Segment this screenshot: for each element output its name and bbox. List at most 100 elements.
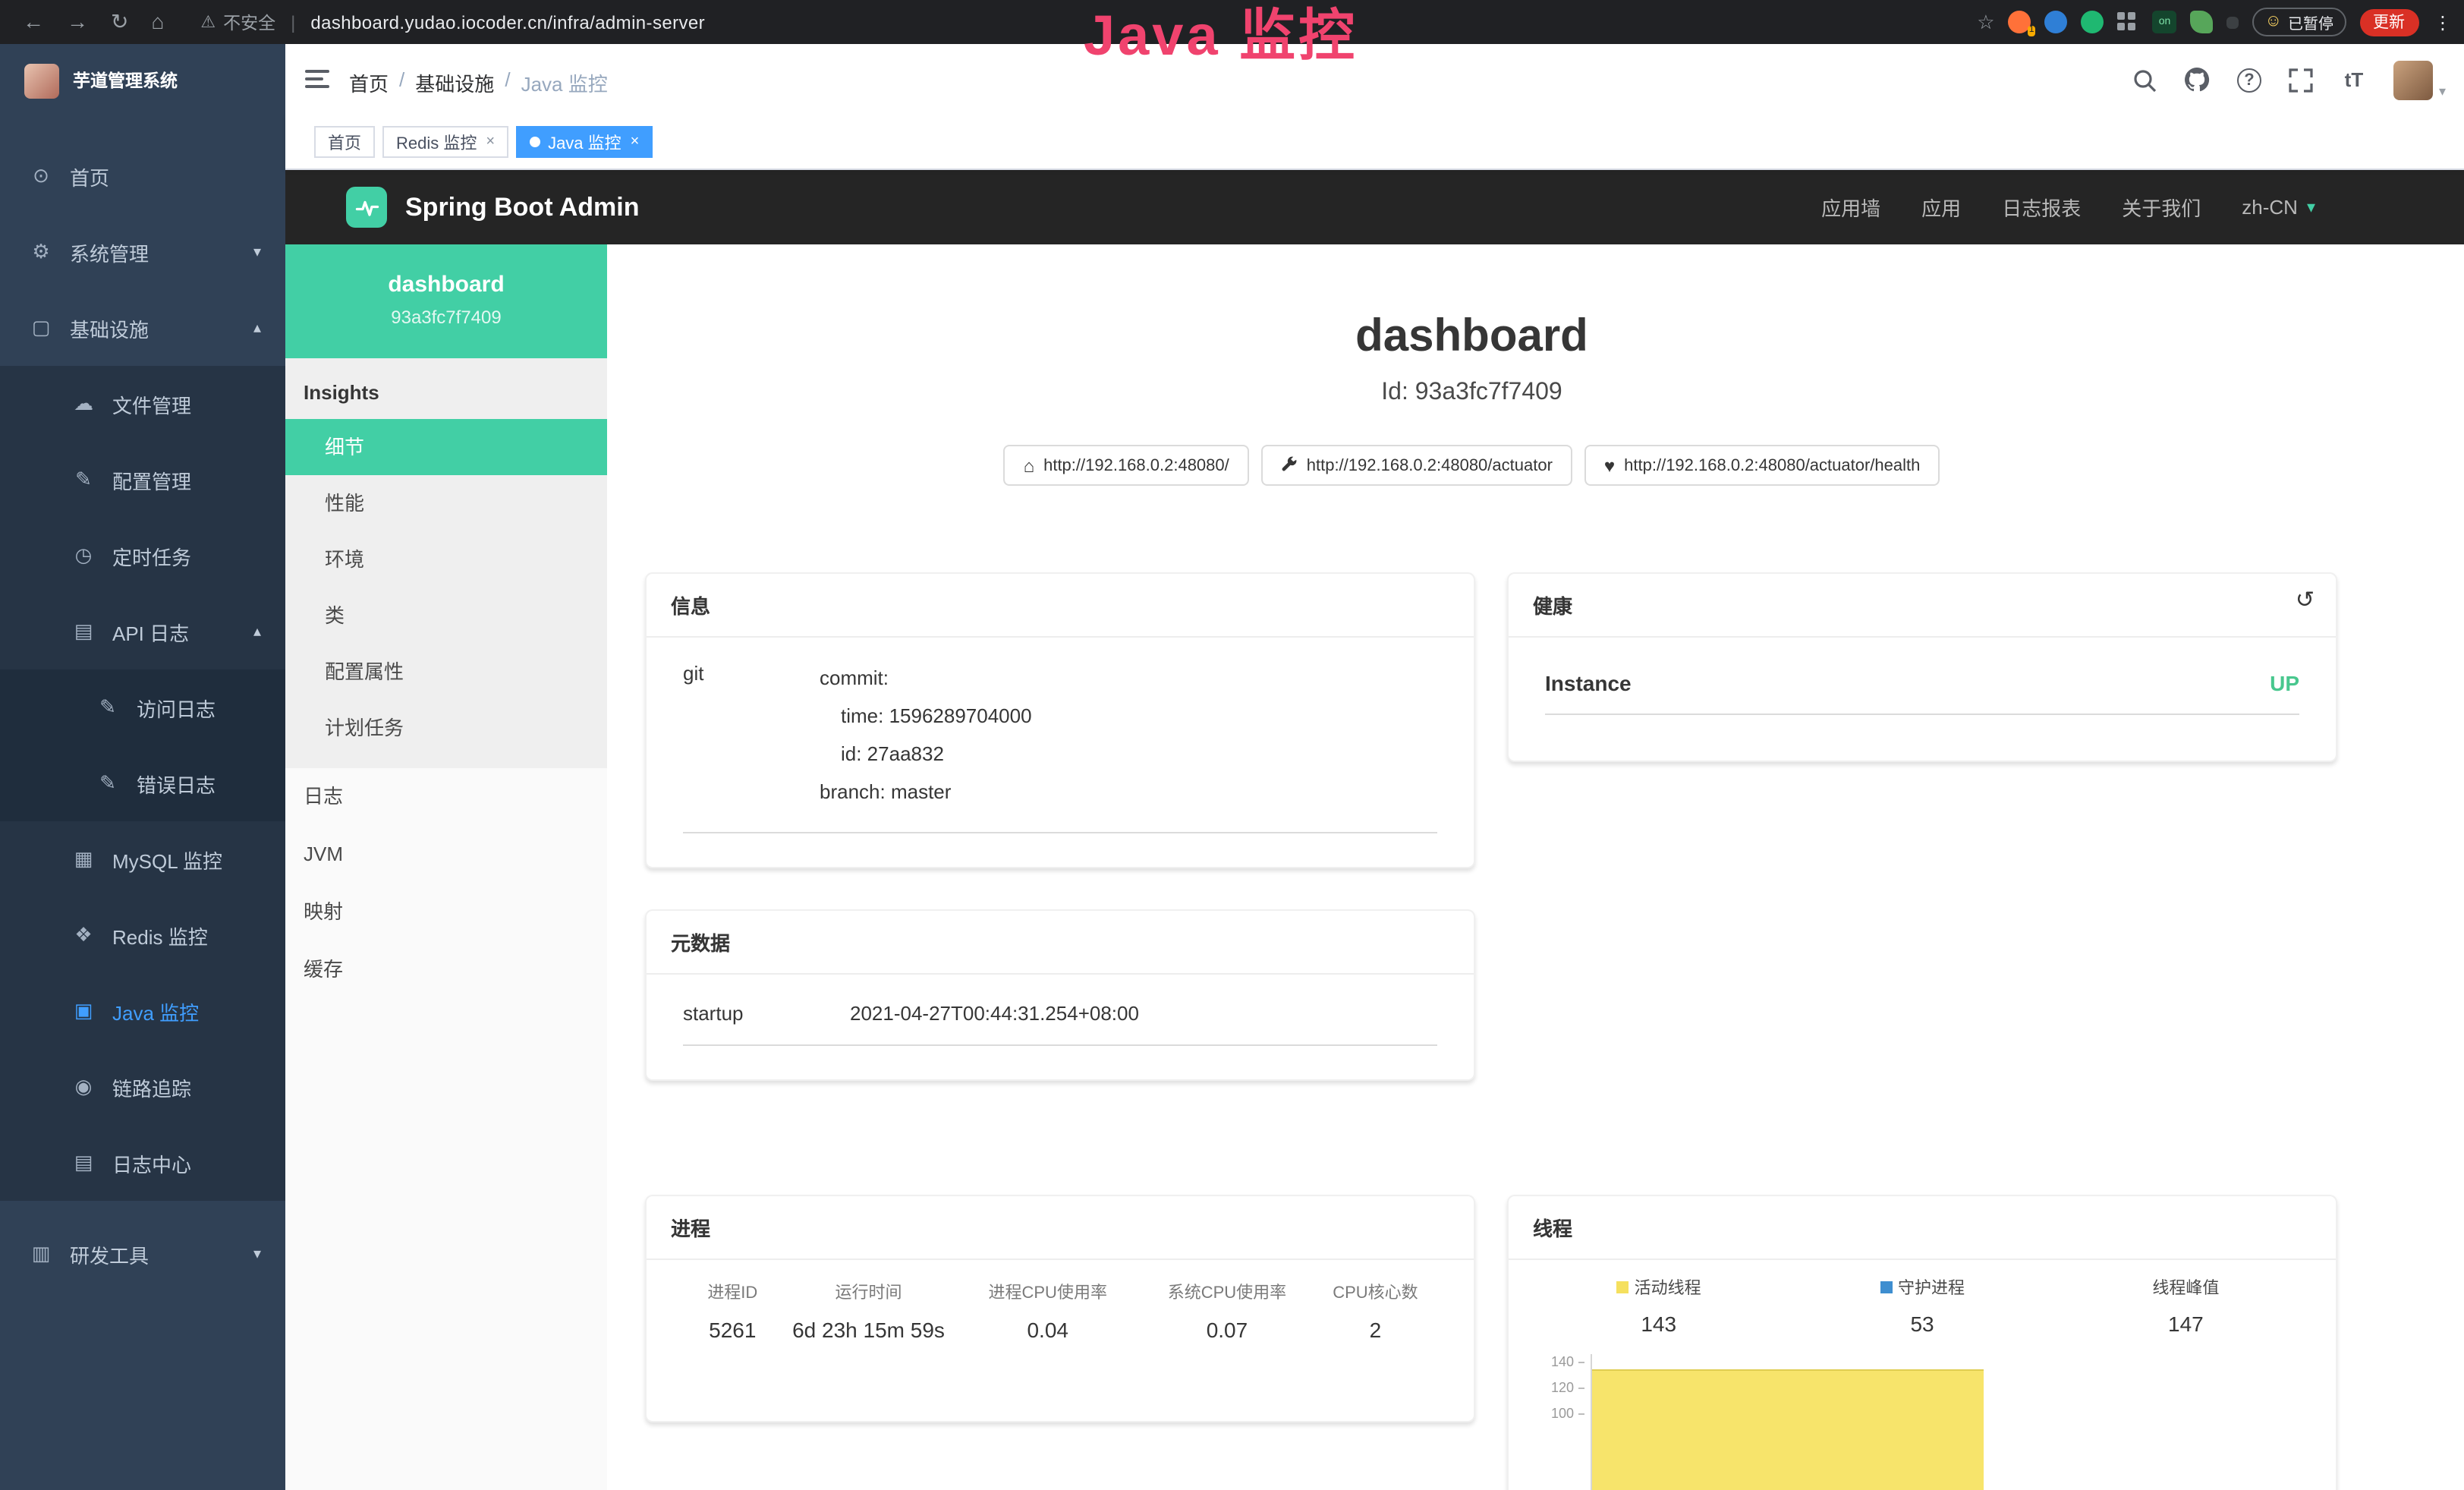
sba-menu-jvm[interactable]: JVM bbox=[285, 826, 607, 884]
sidebar-item-redis-monitor[interactable]: ❖ Redis 监控 bbox=[0, 897, 285, 973]
sba-logo-icon[interactable] bbox=[346, 187, 387, 228]
breadcrumb-current: Java 监控 bbox=[521, 68, 608, 97]
back-icon[interactable]: ← bbox=[23, 0, 44, 44]
legend-value: 147 bbox=[2054, 1312, 2318, 1336]
tab-redis-monitor[interactable]: Redis 监控 × bbox=[382, 126, 508, 158]
sba-brand-title[interactable]: Spring Boot Admin bbox=[405, 192, 640, 222]
col-header: 进程ID bbox=[677, 1280, 788, 1304]
extension-icon-on[interactable]: on bbox=[2153, 11, 2177, 33]
metadata-value: 2021-04-27T00:44:31.254+08:00 bbox=[850, 1002, 1437, 1025]
legend-label: 活动线程 bbox=[1635, 1275, 1701, 1299]
chevron-up-icon: ▴ bbox=[253, 623, 261, 640]
help-icon[interactable]: ? bbox=[2237, 68, 2261, 92]
sba-app-block[interactable]: dashboard 93a3fc7f7409 bbox=[285, 244, 607, 358]
sba-menu-mappings[interactable]: 映射 bbox=[285, 884, 607, 941]
sba-menu-caches[interactable]: 缓存 bbox=[285, 941, 607, 999]
sba-nav-applications[interactable]: 应用 bbox=[1921, 193, 1961, 222]
sidebar-item-label: API 日志 bbox=[112, 617, 189, 646]
sidebar-item-label: 错误日志 bbox=[137, 769, 216, 798]
sba-menu-logs[interactable]: 日志 bbox=[285, 768, 607, 826]
sba-content: dashboard Id: 93a3fc7f7409 ⌂ http://192.… bbox=[607, 244, 2464, 1490]
close-icon[interactable]: × bbox=[631, 134, 640, 150]
not-secure-label[interactable]: 不安全 bbox=[223, 10, 275, 34]
insights-header: Insights bbox=[285, 358, 607, 419]
sidebar-item-error-log[interactable]: ✎ 错误日志 bbox=[0, 745, 285, 821]
col-header: 进程CPU使用率 bbox=[949, 1280, 1147, 1304]
sba-nav-wallboard[interactable]: 应用墙 bbox=[1821, 193, 1880, 222]
browser-home-icon[interactable]: ⌂ bbox=[151, 0, 164, 44]
sba-menu-config-props[interactable]: 配置属性 bbox=[285, 644, 607, 700]
sidebar-item-dev-tools[interactable]: ▥ 研发工具 ▾ bbox=[0, 1216, 285, 1292]
col-header: CPU核心数 bbox=[1308, 1280, 1443, 1304]
info-key: git bbox=[683, 659, 820, 811]
sba-app-id: 93a3fc7f7409 bbox=[285, 307, 607, 328]
metadata-key: startup bbox=[683, 1002, 850, 1025]
github-icon[interactable] bbox=[2184, 66, 2211, 93]
process-table: 进程ID 5261 运行时间 6d 23h 15m 59s 进程CPU使用率 0… bbox=[647, 1260, 1474, 1342]
paused-badge[interactable]: ☺ 已暂停 bbox=[2253, 8, 2346, 36]
extension-icon-grid[interactable] bbox=[2118, 11, 2139, 33]
service-url-link[interactable]: ⌂ http://192.168.0.2:48080/ bbox=[1004, 445, 1249, 486]
breadcrumb-home[interactable]: 首页 bbox=[349, 68, 389, 97]
fullscreen-icon[interactable] bbox=[2287, 66, 2315, 93]
sba-nav-about[interactable]: 关于我们 bbox=[2122, 193, 2201, 222]
extensions-puzzle-icon[interactable] bbox=[2227, 16, 2239, 28]
app-logo[interactable]: 芋道管理系统 bbox=[0, 44, 285, 117]
heart-icon: ♥ bbox=[1604, 455, 1615, 476]
url-text[interactable]: dashboard.yudao.iocoder.cn/infra/admin-s… bbox=[310, 11, 705, 33]
link-label: http://192.168.0.2:48080/actuator bbox=[1307, 456, 1553, 474]
tab-java-monitor[interactable]: Java 监控 × bbox=[516, 126, 653, 158]
sidebar-item-file-manage[interactable]: ☁ 文件管理 bbox=[0, 366, 285, 442]
address-separator: | bbox=[291, 11, 295, 33]
extension-icon-orange[interactable]: 1 bbox=[2009, 11, 2031, 33]
sba-menu-details[interactable]: 细节 bbox=[285, 419, 607, 475]
sba-menu-performance[interactable]: 性能 bbox=[285, 475, 607, 531]
document-icon: ✎ bbox=[97, 695, 118, 720]
sidebar-item-system[interactable]: ⚙ 系统管理 ▾ bbox=[0, 214, 285, 290]
link-label: http://192.168.0.2:48080/ bbox=[1043, 456, 1229, 474]
avatar bbox=[2393, 60, 2433, 99]
sidebar-item-config-manage[interactable]: ✎ 配置管理 bbox=[0, 442, 285, 518]
sidebar-item-home[interactable]: ⊙ 首页 bbox=[0, 138, 285, 214]
sidebar-item-access-log[interactable]: ✎ 访问日志 bbox=[0, 669, 285, 745]
health-url-link[interactable]: ♥ http://192.168.0.2:48080/actuator/heal… bbox=[1584, 445, 1940, 486]
browser-menu-icon[interactable]: ⋮ bbox=[2434, 11, 2452, 33]
home-icon: ⌂ bbox=[1024, 455, 1035, 476]
reload-icon[interactable]: ↻ bbox=[111, 0, 128, 44]
tags-view: 首页 Redis 监控 × Java 监控 × bbox=[285, 115, 2464, 170]
sidebar-item-infra[interactable]: ▢ 基础设施 ▴ bbox=[0, 290, 285, 366]
health-card: 健康 ↺ Instance UP bbox=[1507, 572, 2337, 762]
address-bar[interactable]: ⚠ 不安全 | dashboard.yudao.iocoder.cn/infra… bbox=[200, 10, 705, 34]
search-icon[interactable] bbox=[2131, 66, 2158, 93]
breadcrumb-infra[interactable]: 基础设施 bbox=[415, 68, 494, 97]
actuator-url-link[interactable]: http://192.168.0.2:48080/actuator bbox=[1261, 445, 1572, 486]
font-size-icon[interactable]: tT bbox=[2340, 66, 2368, 93]
bookmark-star-icon[interactable]: ☆ bbox=[1977, 10, 1994, 34]
update-button[interactable]: 更新 bbox=[2359, 8, 2418, 36]
history-icon[interactable]: ↺ bbox=[2296, 586, 2315, 613]
sidebar-item-api-log[interactable]: ▤ API 日志 ▴ bbox=[0, 594, 285, 669]
chevron-down-icon: ▾ bbox=[253, 244, 261, 260]
sidebar-item-scheduled-job[interactable]: ◷ 定时任务 bbox=[0, 518, 285, 594]
user-menu[interactable]: ▾ bbox=[2393, 60, 2446, 99]
locale-selector[interactable]: zh-CN ▾ bbox=[2242, 196, 2315, 219]
extension-icon-leaf[interactable] bbox=[2191, 11, 2214, 33]
col-header: 运行时间 bbox=[788, 1280, 949, 1304]
metadata-card-title: 元数据 bbox=[647, 911, 1474, 975]
extension-icon-drop[interactable] bbox=[2045, 11, 2068, 33]
sba-nav-journal[interactable]: 日志报表 bbox=[2002, 193, 2081, 222]
sba-app-name: dashboard bbox=[285, 272, 607, 298]
extension-icon-green[interactable] bbox=[2082, 11, 2104, 33]
collapse-sidebar-icon[interactable] bbox=[305, 70, 329, 93]
forward-icon[interactable]: → bbox=[67, 0, 88, 44]
sidebar-item-mysql-monitor[interactable]: ▦ MySQL 监控 bbox=[0, 821, 285, 897]
close-icon[interactable]: × bbox=[486, 134, 495, 150]
sba-menu-environment[interactable]: 环境 bbox=[285, 531, 607, 587]
tab-home[interactable]: 首页 bbox=[314, 126, 375, 158]
sba-menu-scheduled-tasks[interactable]: 计划任务 bbox=[285, 700, 607, 756]
sba-menu-classes[interactable]: 类 bbox=[285, 587, 607, 644]
sidebar-item-java-monitor[interactable]: ▣ Java 监控 bbox=[0, 973, 285, 1049]
sidebar-item-log-center[interactable]: ▤ 日志中心 bbox=[0, 1125, 285, 1201]
sidebar-item-trace[interactable]: ◉ 链路追踪 bbox=[0, 1049, 285, 1125]
active-dot bbox=[530, 137, 540, 147]
